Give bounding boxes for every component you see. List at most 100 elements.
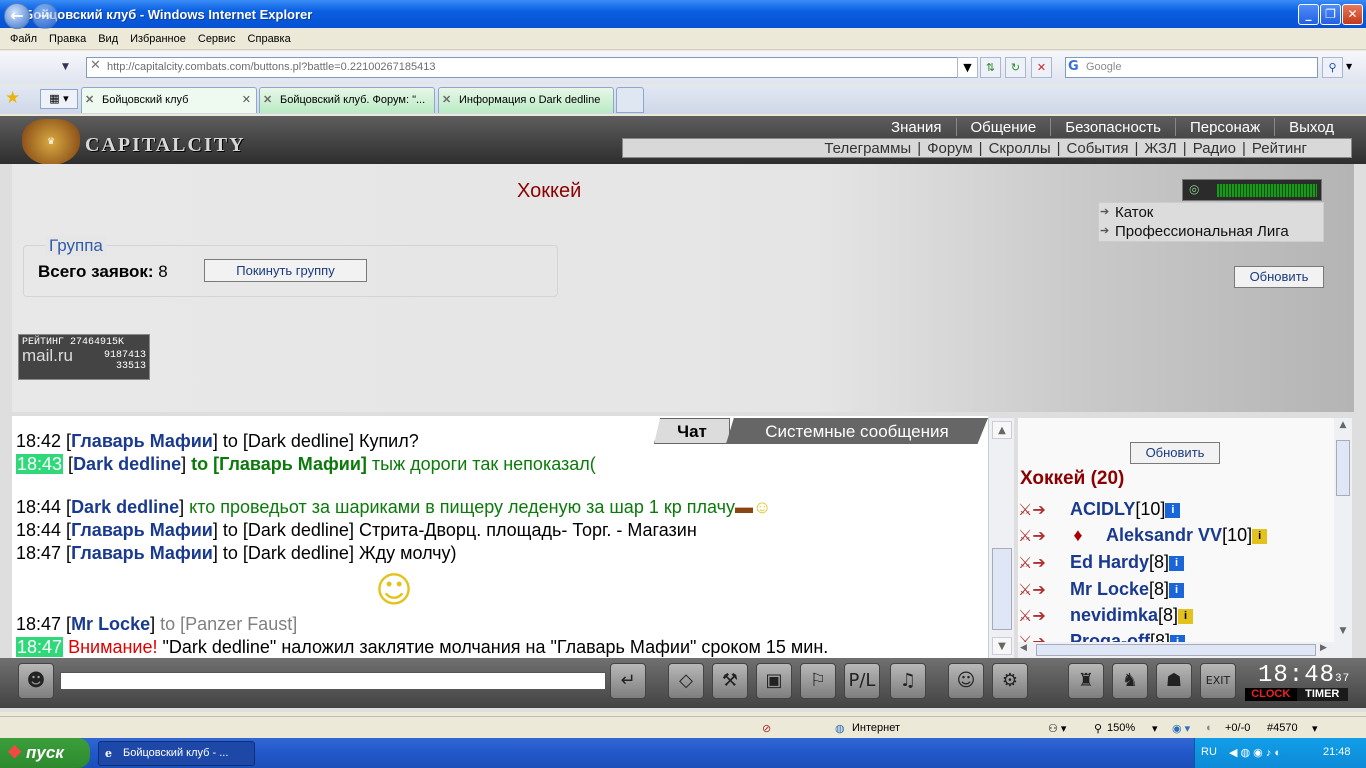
subnav-radio[interactable]: Радио — [1193, 140, 1236, 157]
address-input[interactable]: http://capitalcity.combats.com/buttons.p… — [86, 57, 975, 78]
language-indicator[interactable]: RU — [1201, 746, 1217, 758]
tab-info[interactable]: ✕ Информация о Dark dedline — [438, 87, 614, 113]
settings-head-icon[interactable]: ⚙ — [992, 663, 1028, 699]
user-name[interactable]: Proga-off — [1070, 631, 1150, 642]
tab-system-messages[interactable]: Системные сообщения — [726, 418, 988, 444]
filter-icon[interactable]: ⚒ — [712, 663, 748, 699]
tab-forum[interactable]: ✕ Бойцовский клуб. Форум: "... — [259, 87, 435, 113]
subnav-telegrams[interactable]: Телеграммы — [824, 140, 911, 157]
zoom-level[interactable]: 150% — [1107, 722, 1135, 734]
clock-button[interactable]: CLOCK — [1245, 688, 1297, 701]
menu-file[interactable]: Файл — [10, 33, 37, 45]
user-name[interactable]: ACIDLY — [1070, 499, 1135, 519]
back-icon[interactable]: ← — [4, 3, 30, 29]
scroll-right-icon[interactable]: ▶ — [1320, 643, 1327, 653]
chat-recipient[interactable]: Dark dedline — [248, 543, 349, 563]
smiles-icon[interactable]: ☺ — [948, 663, 984, 699]
address-dropdown-icon[interactable]: ▼ — [957, 57, 978, 78]
tab-close-icon[interactable]: ✕ — [242, 88, 251, 112]
chat-author[interactable]: Главарь Мафии — [71, 520, 213, 540]
chat-author[interactable]: Dark dedline — [73, 454, 181, 474]
nav-character[interactable]: Персонаж — [1176, 119, 1274, 136]
fight-invite-icon[interactable]: ⚔➔ — [1018, 580, 1050, 600]
nav-communication[interactable]: Общение — [957, 119, 1051, 136]
forward-icon[interactable]: → — [32, 3, 58, 29]
subnav-forum[interactable]: Форум — [927, 140, 973, 157]
stop-icon[interactable]: ✕ — [1031, 57, 1052, 78]
zoom-dropdown-icon[interactable]: ▾ — [1152, 722, 1158, 735]
security-icon[interactable]: ⚇ ▾ — [1048, 722, 1066, 735]
subnav-scrolls[interactable]: Скроллы — [989, 140, 1051, 157]
monitor-icon[interactable]: ▣ — [756, 663, 792, 699]
close-button[interactable]: ✕ — [1342, 4, 1363, 25]
favorites-star-icon[interactable]: ★ — [5, 88, 20, 108]
refresh-button[interactable]: Обновить — [1234, 266, 1324, 288]
subnav-rating[interactable]: Рейтинг — [1252, 140, 1307, 157]
fight-invite-icon[interactable]: ⚔➔ — [1018, 553, 1050, 573]
info-icon[interactable]: i — [1252, 529, 1268, 544]
chat-author[interactable]: Dark dedline — [71, 497, 179, 517]
private-log-icon[interactable]: P/L — [844, 663, 880, 699]
search-icon[interactable]: ⚲ — [1322, 57, 1343, 78]
chat-author[interactable]: Главарь Мафии — [71, 543, 213, 563]
character-icon[interactable]: ♞ — [1112, 663, 1148, 699]
sound-icon[interactable]: ♫ — [890, 663, 926, 699]
search-options-icon[interactable]: ▼ — [1346, 62, 1352, 71]
fight-invite-icon[interactable]: ⚔➔ — [1018, 606, 1050, 626]
chat-recipient[interactable]: Dark dedline — [248, 520, 349, 540]
search-input[interactable]: Google — [1065, 57, 1318, 78]
link-rink[interactable]: Каток — [1099, 203, 1323, 222]
user-name[interactable]: Ed Hardy — [1070, 552, 1149, 572]
chat-author[interactable]: Главарь Мафии — [71, 431, 213, 451]
user-name[interactable]: Aleksandr VV — [1106, 525, 1222, 545]
scroll-thumb[interactable] — [992, 548, 1012, 630]
scroll-thumb[interactable] — [1336, 440, 1350, 496]
info-icon[interactable]: i — [1169, 583, 1185, 598]
scroll-down-icon[interactable]: ▼ — [992, 637, 1012, 655]
compat-view-icon[interactable]: ⇅ — [980, 57, 1001, 78]
userlist-scrollbar[interactable]: ▲ ▼ — [1334, 418, 1352, 642]
menu-tools[interactable]: Сервис — [198, 33, 236, 45]
tab-combats[interactable]: ✕ Бойцовский клуб ✕ — [81, 87, 257, 113]
radio-player[interactable]: ◎ — [1182, 179, 1322, 201]
inventory-icon[interactable]: ♜ — [1068, 663, 1104, 699]
subnav-zhzl[interactable]: ЖЗЛ — [1144, 140, 1176, 157]
user-name[interactable]: Mr Locke — [1070, 579, 1149, 599]
taskbar-item[interactable]: e Бойцовский клуб - ... — [98, 741, 255, 766]
tab-chat[interactable]: Чат — [654, 418, 730, 444]
chat-recipient[interactable]: Главарь Мафии — [219, 454, 361, 474]
chat-recipient[interactable]: Dark dedline — [248, 431, 349, 451]
leave-group-button[interactable]: Покинуть группу — [204, 259, 367, 282]
chat-author[interactable]: Mr Locke — [71, 614, 150, 634]
send-icon[interactable]: ↵ — [610, 663, 646, 699]
scroll-up-icon[interactable]: ▲ — [992, 421, 1012, 439]
chat-scrollbar[interactable]: ▲ ▼ — [988, 418, 1014, 658]
timer-button[interactable]: TIMER — [1296, 688, 1348, 701]
addon-icon[interactable]: ◉ ▾ — [1172, 722, 1190, 735]
nav-knowledge[interactable]: Знания — [877, 119, 955, 136]
menu-edit[interactable]: Правка — [49, 33, 86, 45]
chat-recipient[interactable]: Panzer Faust — [185, 614, 292, 634]
refresh-icon[interactable]: ↻ — [1005, 57, 1026, 78]
nav-exit[interactable]: Выход — [1275, 119, 1348, 136]
eraser-icon[interactable]: ◇ — [668, 663, 704, 699]
scroll-left-icon[interactable]: ◀ — [1020, 643, 1027, 653]
exit-door-icon[interactable]: EXIT — [1200, 663, 1236, 699]
scroll-down-icon[interactable]: ▼ — [1335, 626, 1351, 640]
fight-invite-icon[interactable]: ⚔➔ — [1018, 526, 1050, 546]
new-tab-button[interactable] — [616, 87, 644, 113]
maximize-button[interactable]: ❐ — [1320, 4, 1341, 25]
info-icon[interactable]: i — [1165, 503, 1181, 518]
fight-invite-icon[interactable]: ⚔➔ — [1018, 500, 1050, 520]
radio-icon[interactable]: ◎ — [1189, 182, 1199, 196]
running-man-icon[interactable]: ⚐ — [800, 663, 836, 699]
minimize-button[interactable]: _ — [1298, 4, 1319, 25]
friends-icon[interactable]: ☗ — [1156, 663, 1192, 699]
scroll-up-icon[interactable]: ▲ — [1335, 420, 1351, 434]
fight-invite-icon[interactable]: ⚔➔ — [1018, 632, 1050, 642]
info-icon[interactable]: i — [1170, 635, 1186, 642]
menu-favorites[interactable]: Избранное — [130, 33, 186, 45]
userlist-hscrollbar[interactable]: ◀ ▶ — [1018, 642, 1352, 658]
id-dropdown-icon[interactable]: ▾ — [1312, 722, 1318, 735]
subnav-events[interactable]: События — [1067, 140, 1129, 157]
